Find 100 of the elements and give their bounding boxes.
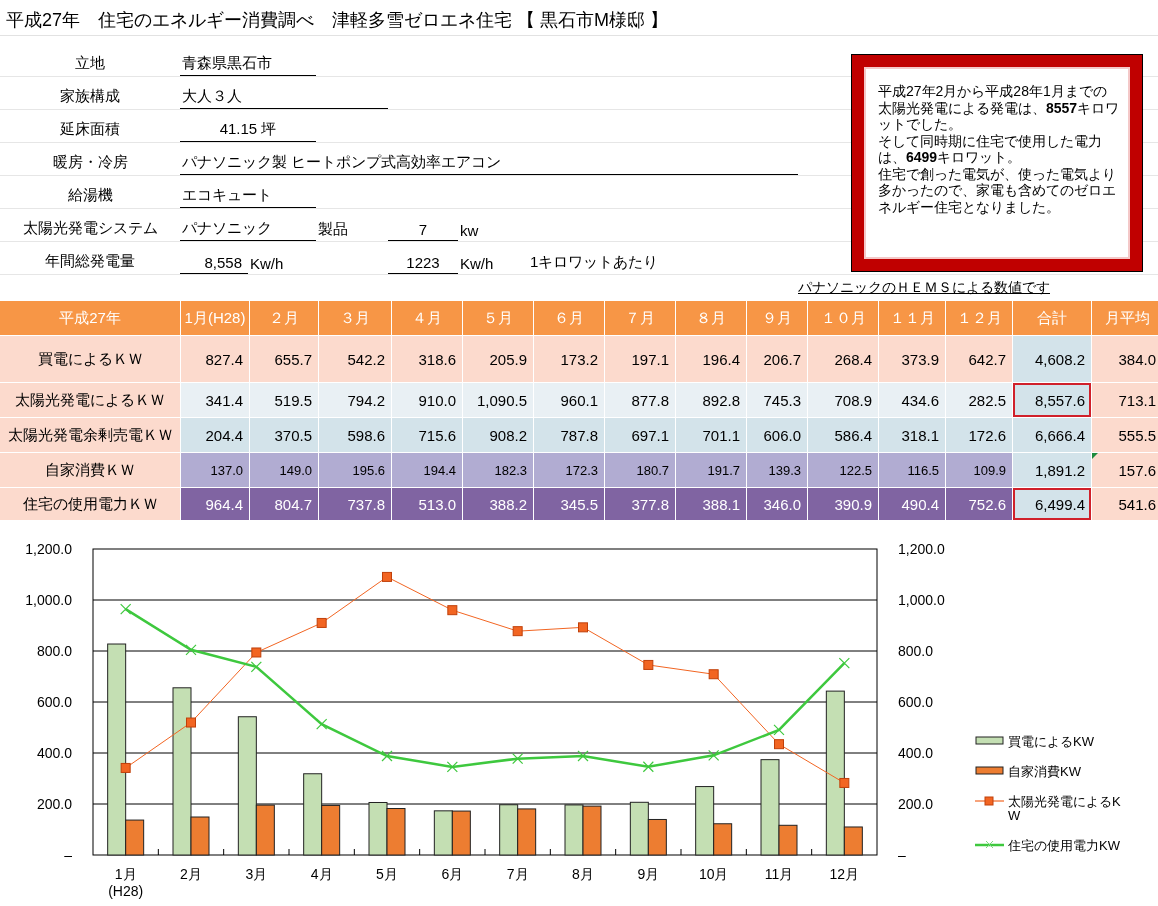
data-point-marker [642, 761, 654, 773]
table-cell: 586.4 [808, 418, 878, 452]
table-cell: 794.2 [319, 383, 391, 417]
data-point-marker [512, 626, 523, 637]
data-point-marker [512, 753, 524, 765]
table-cell: 204.4 [181, 418, 249, 452]
table-cell: 157.6 [1092, 453, 1158, 487]
table-cell: 4,608.2 [1013, 336, 1091, 382]
legend-label: 太陽光発電によるKW [1008, 795, 1122, 823]
bar [517, 808, 537, 856]
table-cell: 697.1 [605, 418, 675, 452]
table-cell: 787.8 [534, 418, 604, 452]
table-cell: 197.1 [605, 336, 675, 382]
table-cell: 964.4 [181, 488, 249, 520]
axis-tick-label: 1,000.0 [25, 592, 72, 608]
table-cell: 373.9 [879, 336, 945, 382]
table-cell: 910.0 [392, 383, 462, 417]
axis-tick-label: 12月 [829, 866, 860, 882]
column-header: １０月 [808, 301, 878, 335]
table-cell: 708.9 [808, 383, 878, 417]
data-point-marker [708, 669, 719, 680]
table-cell: 109.9 [946, 453, 1012, 487]
field-value: 1223 [388, 254, 458, 274]
column-header: ８月 [676, 301, 746, 335]
table-cell: 1,090.5 [463, 383, 533, 417]
bar [386, 808, 406, 856]
axis-tick-label: – [898, 847, 906, 863]
note-paragraph: 住宅で創った電気が、使った電気より多かったので、家電も含めてのゼロエネルギー住宅となりました。 [878, 165, 1117, 215]
table-cell: 172.3 [534, 453, 604, 487]
bar-swatch-icon [975, 765, 1005, 777]
field-value: 7 [388, 221, 458, 241]
data-point-marker [446, 761, 458, 773]
line-marker-icon [975, 839, 1005, 851]
legend-label: 住宅の使用電力KW [1008, 839, 1121, 853]
row-header: 買電によるＫＷ [0, 336, 180, 382]
table-cell: 205.9 [463, 336, 533, 382]
note-paragraph: 平成27年2月から平成28年1月までの太陽光発電による発電は、8557キロワットでした。 [878, 83, 1120, 133]
data-point-marker [577, 750, 589, 762]
table-cell: 268.4 [808, 336, 878, 382]
table-cell: 137.0 [181, 453, 249, 487]
line-marker-icon [975, 795, 1005, 807]
column-header: ６月 [534, 301, 604, 335]
table-cell: 519.5 [250, 383, 318, 417]
table-cell: 341.4 [181, 383, 249, 417]
column-header: 月平均 [1092, 301, 1158, 335]
table-cell: 195.6 [319, 453, 391, 487]
bar [451, 810, 471, 856]
field-label: 家族構成 [59, 87, 121, 106]
axis-tick-label: 4月 [310, 866, 333, 882]
error-indicator-icon [1092, 453, 1098, 459]
table-cell: 122.5 [808, 453, 878, 487]
table-cell: 173.2 [534, 336, 604, 382]
table-cell: 804.7 [250, 488, 318, 520]
column-header: １２月 [946, 301, 1012, 335]
field-value: kw [459, 222, 480, 241]
table-cell: 345.5 [534, 488, 604, 520]
axis-tick-label: 9月 [637, 866, 660, 882]
row-header: 太陽光発電余剰売電ＫＷ [0, 418, 180, 452]
data-point-marker [120, 603, 132, 615]
bar [582, 805, 602, 856]
table-cell: 384.0 [1092, 336, 1158, 382]
column-header: ４月 [392, 301, 462, 335]
axis-tick-label: 11月 [764, 866, 794, 882]
column-header: ５月 [463, 301, 533, 335]
axis-tick-label: 1,200.0 [25, 541, 72, 557]
table-cell: 606.0 [747, 418, 807, 452]
table-cell: 745.3 [747, 383, 807, 417]
table-cell: 6,666.4 [1013, 418, 1091, 452]
data-point-marker [708, 749, 720, 761]
data-point-marker [773, 724, 785, 736]
table-cell: 1,891.2 [1013, 453, 1091, 487]
legend-label: 自家消費KW [1008, 765, 1082, 779]
table-cell: 206.7 [747, 336, 807, 382]
column-header: ３月 [319, 301, 391, 335]
table-cell: 6,499.4 [1013, 488, 1091, 520]
field-value: 41.15 坪 [180, 120, 316, 142]
table-cell: 598.6 [319, 418, 391, 452]
table-cell: 892.8 [676, 383, 746, 417]
table-cell: 149.0 [250, 453, 318, 487]
table-cell: 377.8 [605, 488, 675, 520]
field-value: 1キロワットあたり [529, 253, 660, 272]
sheet-title: 平成27年 住宅のエネルギー消費調べ 津軽多雪ゼロエネ住宅 【 黒石市M様邸 】 [0, 0, 1158, 36]
table-cell: 196.4 [676, 336, 746, 382]
table-cell: 715.6 [392, 418, 462, 452]
field-label: 年間総発電量 [44, 252, 136, 271]
data-point-marker [250, 661, 262, 673]
table-cell: 908.2 [463, 418, 533, 452]
data-point-marker [120, 762, 131, 773]
data-point-marker [381, 750, 393, 762]
data-point-marker [578, 622, 588, 633]
data-point-marker [838, 657, 850, 669]
field-label: 給湯機 [66, 186, 114, 205]
table-cell: 191.7 [676, 453, 746, 487]
table-cell: 282.5 [946, 383, 1012, 417]
field-label: 延床面積 [59, 120, 121, 139]
axis-tick-label: 800.0 [898, 643, 934, 659]
row-header: 太陽光発電によるＫＷ [0, 383, 180, 417]
field-label: 立地 [74, 54, 106, 73]
table-cell: 713.1 [1092, 383, 1158, 417]
column-header: 平成27年 [0, 301, 180, 335]
